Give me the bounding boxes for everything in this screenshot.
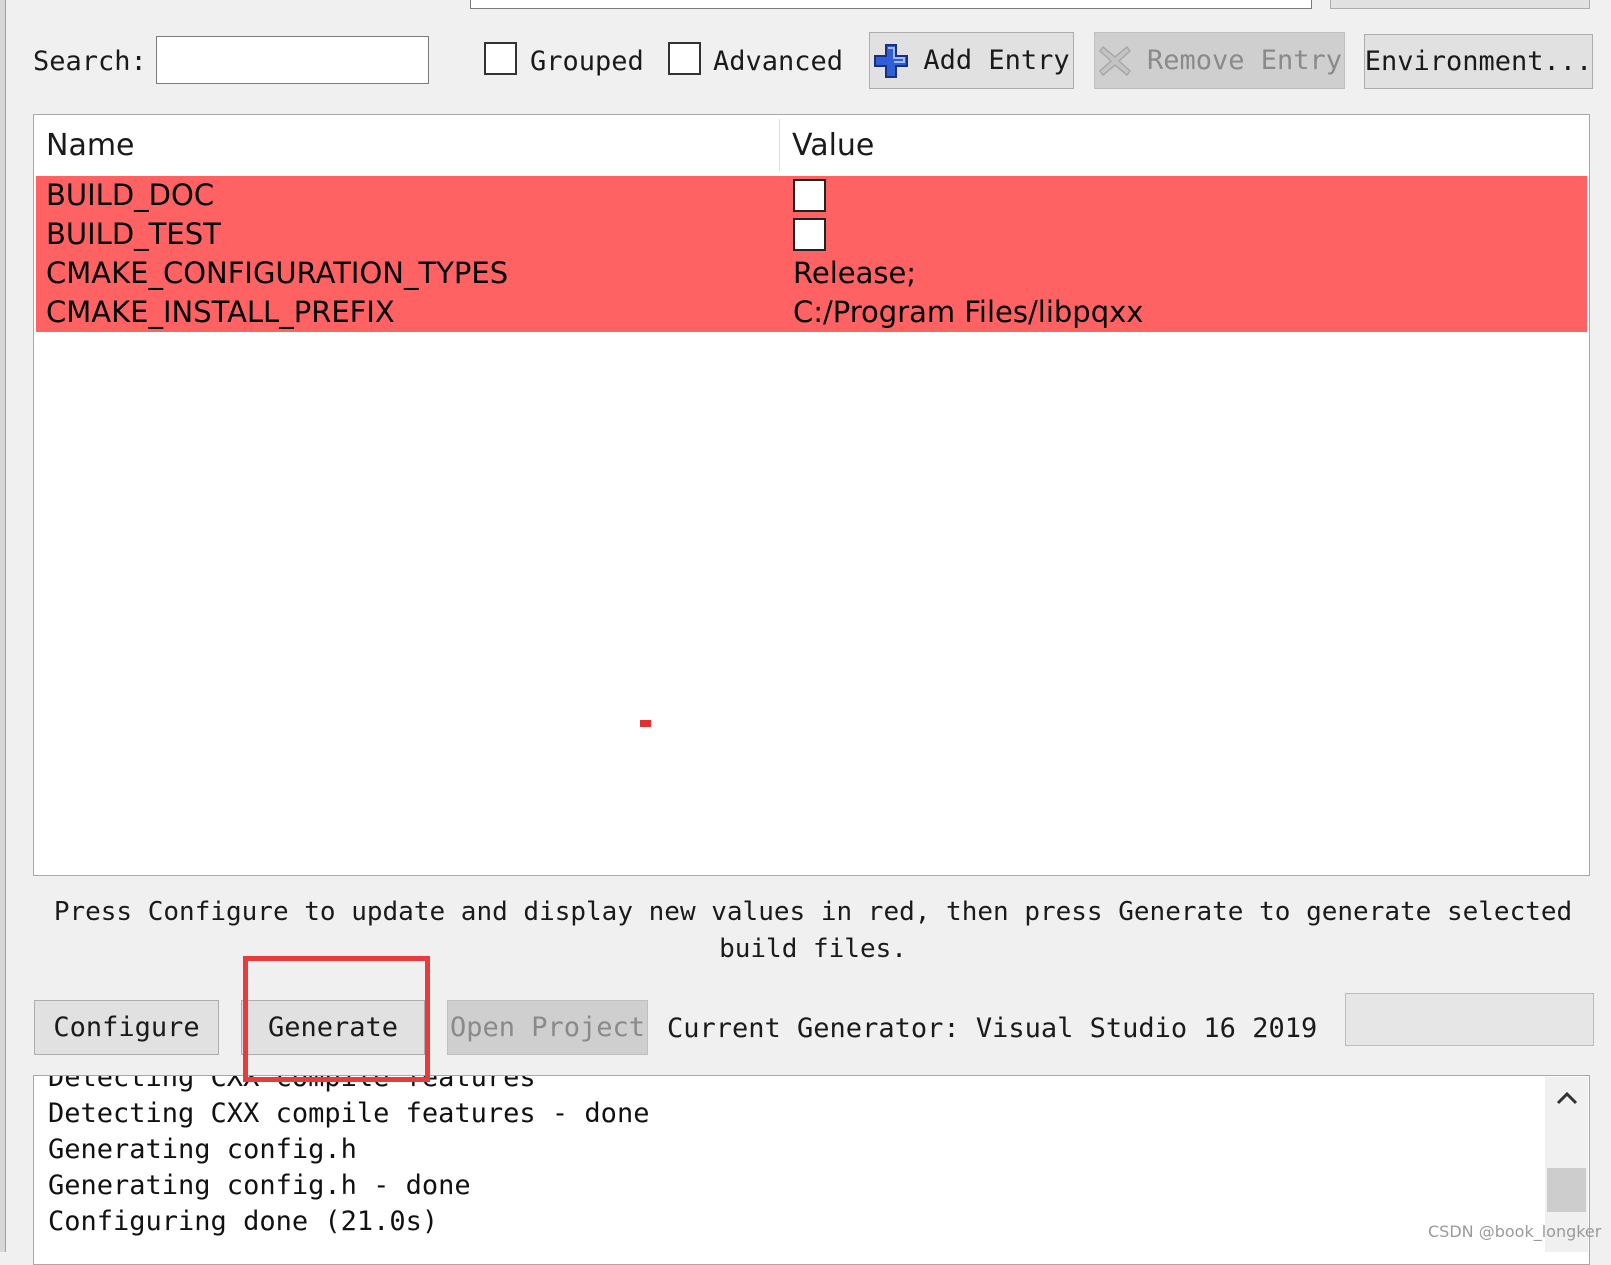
row-name: BUILD_TEST — [46, 217, 221, 251]
grouped-label: Grouped — [530, 46, 644, 77]
environment-label: Environment... — [1364, 46, 1593, 77]
table-row[interactable]: BUILD_TEST — [36, 215, 1587, 254]
watermark-text: CSDN @book_longker — [1428, 1222, 1602, 1241]
build-doc-checkbox[interactable] — [793, 179, 826, 212]
browse-button[interactable] — [1330, 0, 1590, 9]
log-line: Detecting CXX compile features - done — [48, 1098, 650, 1129]
table-row[interactable]: BUILD_DOC — [36, 176, 1587, 215]
stray-red-mark — [640, 720, 651, 727]
configure-label: Configure — [53, 1012, 200, 1043]
search-input[interactable] — [156, 36, 429, 84]
cache-variables-table: Name Value BUILD_DOC BUILD_TEST CMAKE_CO… — [33, 114, 1590, 876]
log-line: Configuring done (21.0s) — [48, 1206, 439, 1237]
table-row[interactable]: CMAKE_CONFIGURATION_TYPES Release; — [36, 254, 1587, 293]
log-line: Generating config.h - done — [48, 1170, 471, 1201]
chevron-up-icon[interactable] — [1545, 1077, 1588, 1119]
advanced-label: Advanced — [713, 46, 844, 77]
column-header-value[interactable]: Value — [780, 115, 1580, 175]
open-project-label: Open Project — [449, 1012, 646, 1043]
current-generator-text: Current Generator: Visual Studio 16 2019 — [667, 1013, 1318, 1044]
remove-x-icon — [1097, 43, 1133, 79]
table-rows: BUILD_DOC BUILD_TEST CMAKE_CONFIGURATION… — [36, 176, 1587, 332]
output-log[interactable]: Detecting CXX compile features Detecting… — [33, 1075, 1590, 1265]
add-entry-button[interactable]: Add Entry — [869, 32, 1074, 89]
row-name: CMAKE_INSTALL_PREFIX — [46, 295, 395, 329]
plus-icon — [873, 43, 909, 79]
source-path-field[interactable] — [470, 0, 1312, 9]
add-entry-label: Add Entry — [923, 45, 1070, 76]
remove-entry-label: Remove Entry — [1146, 45, 1343, 76]
row-name: BUILD_DOC — [46, 178, 215, 212]
annotation-highlight-box — [243, 956, 430, 1082]
row-value[interactable]: Release; — [793, 256, 916, 290]
log-scroll-thumb[interactable] — [1547, 1168, 1586, 1212]
search-label: Search: — [33, 46, 147, 77]
environment-button[interactable]: Environment... — [1364, 34, 1593, 89]
progress-bar — [1345, 993, 1594, 1046]
row-value[interactable]: C:/Program Files/libpqxx — [793, 295, 1143, 329]
grouped-checkbox[interactable] — [484, 42, 517, 75]
remove-entry-button[interactable]: Remove Entry — [1094, 32, 1345, 89]
build-test-checkbox[interactable] — [793, 218, 826, 251]
open-project-button[interactable]: Open Project — [447, 1000, 648, 1055]
window-left-edge — [0, 0, 6, 1252]
advanced-checkbox[interactable] — [668, 42, 701, 75]
column-header-name[interactable]: Name — [34, 115, 779, 175]
row-name: CMAKE_CONFIGURATION_TYPES — [46, 256, 509, 290]
log-line: Generating config.h — [48, 1134, 357, 1165]
configure-button[interactable]: Configure — [34, 1000, 219, 1055]
table-row[interactable]: CMAKE_INSTALL_PREFIX C:/Program Files/li… — [36, 293, 1587, 332]
